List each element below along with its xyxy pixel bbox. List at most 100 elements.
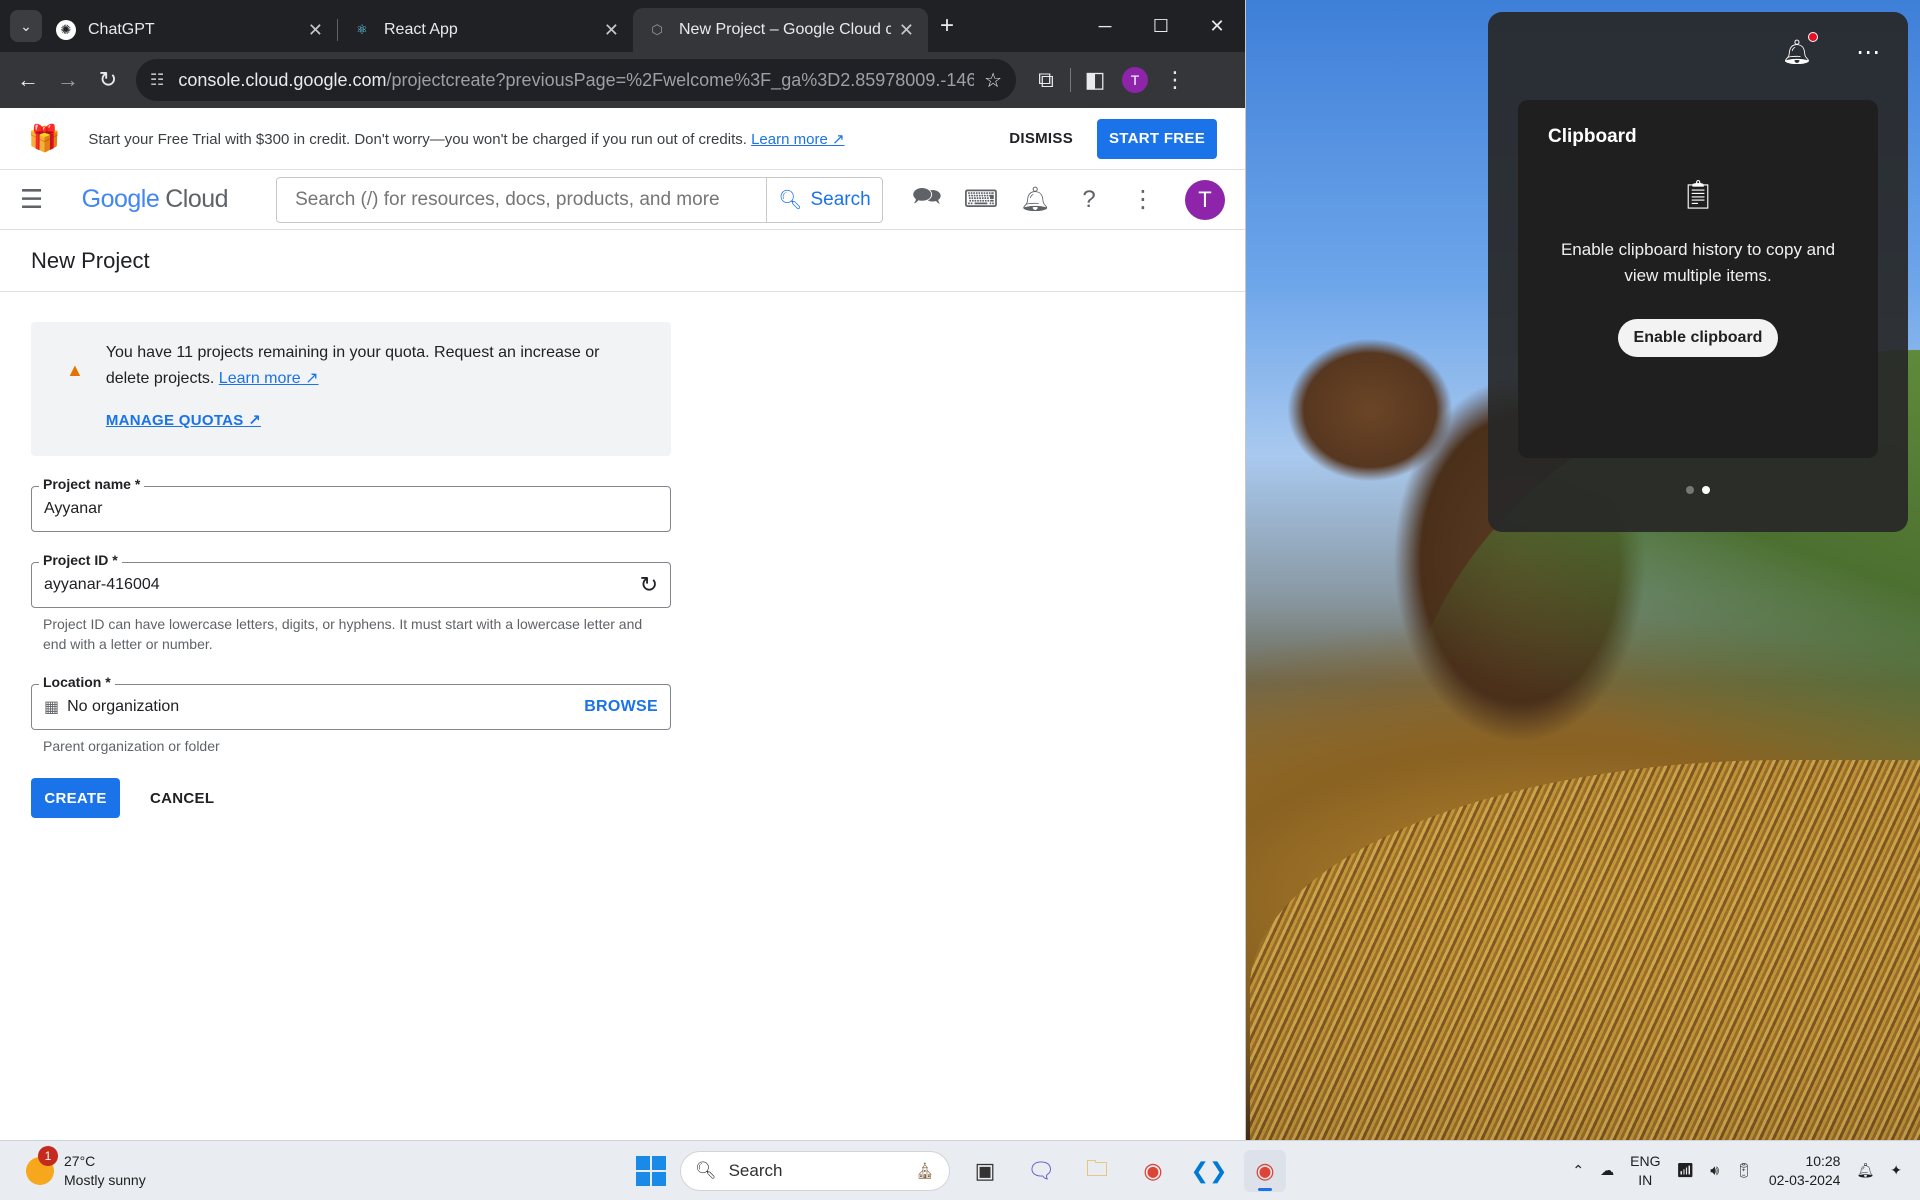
organization-icon: ▦ (44, 699, 60, 716)
tab-bar: ⌄ ✺ ChatGPT ✕ ⚛ React App ✕ ⬡ New Projec… (0, 0, 1245, 52)
enable-clipboard-button[interactable]: Enable clipboard (1617, 319, 1779, 357)
address-bar[interactable]: ☷ console.cloud.google.com/projectcreate… (136, 59, 1016, 101)
cloud-shell-icon[interactable]: ⌨︎ (961, 180, 1001, 220)
tab-title: ChatGPT (88, 21, 155, 38)
wifi-icon[interactable]: 📶︎ (1676, 1162, 1694, 1179)
battery-icon[interactable]: 🔋︎ (1735, 1162, 1753, 1179)
gemini-chat-icon[interactable]: 🗪︎ (907, 180, 947, 220)
profile-button[interactable]: T (1115, 60, 1155, 100)
more-options-icon[interactable]: ⋯ (1856, 38, 1880, 67)
lang-primary: ENG (1630, 1152, 1661, 1169)
start-free-button[interactable]: START FREE (1097, 118, 1217, 159)
close-icon[interactable]: ✕ (308, 20, 323, 41)
weather-widget[interactable]: 1 27°C Mostly sunny (26, 1145, 146, 1190)
weather-text: 27°C Mostly sunny (64, 1152, 146, 1190)
notification-dot (1808, 31, 1818, 42)
extensions-icon[interactable]: ⧉ (1026, 60, 1066, 100)
project-name-value: Ayyanar (44, 500, 103, 517)
file-explorer-icon[interactable]: 🗀︎ (1076, 1150, 1118, 1192)
browser-menu-icon[interactable]: ⋮ (1155, 60, 1195, 100)
close-icon[interactable]: ✕ (604, 20, 619, 41)
url-host: console.cloud.google.com (178, 69, 387, 90)
taskbar-search-label: Search (728, 1160, 783, 1180)
notification-center-icon[interactable]: 🔔︎ (1856, 1162, 1874, 1179)
project-name-label: Project name * (39, 476, 145, 492)
tab-title: New Project – Google Cloud co (679, 21, 891, 38)
tab-search-button[interactable]: ⌄ (10, 10, 42, 42)
system-tray: ⌃ ☁︎ ENG IN 📶︎ 🔊︎ 🔋︎ 10:28 02-03-2024 🔔︎… (1572, 1141, 1920, 1200)
close-window-icon[interactable]: ✕ (1189, 0, 1245, 52)
bookmark-star-icon[interactable]: ☆ (984, 68, 1002, 93)
page-dot-active[interactable] (1702, 486, 1710, 494)
header-actions: 🗪︎ ⌨︎ 🔔︎ ? ⋮ T (907, 179, 1225, 220)
page-indicator (1488, 486, 1908, 494)
banner-text: Start your Free Trial with $300 in credi… (88, 130, 747, 148)
project-id-label: Project ID * (39, 552, 122, 568)
task-view-icon[interactable]: ▣ (964, 1150, 1006, 1192)
help-icon[interactable]: ? (1069, 180, 1109, 220)
close-icon[interactable]: ✕ (899, 20, 914, 41)
google-cloud-logo[interactable]: Google Cloud (82, 185, 229, 214)
project-id-hint: Project ID can have lowercase letters, d… (43, 616, 643, 652)
browser-window: ⌄ ✺ ChatGPT ✕ ⚛ React App ✕ ⬡ New Projec… (0, 0, 1246, 1140)
search-button[interactable]: 🔍︎ Search (766, 177, 882, 222)
tab-react-app[interactable]: ⚛ React App ✕ (338, 8, 633, 52)
maximize-icon[interactable]: ☐ (1133, 0, 1189, 52)
show-hidden-icons[interactable]: ⌃ (1572, 1162, 1584, 1179)
notification-bell-icon[interactable]: 🔔︎ (1782, 31, 1818, 67)
clock[interactable]: 10:28 02-03-2024 (1769, 1152, 1841, 1190)
windows-start-icon[interactable] (636, 1155, 666, 1186)
hamburger-menu-icon[interactable]: ☰ (20, 184, 66, 215)
banner-learn-more-link[interactable]: Learn more ↗ (751, 131, 844, 148)
browse-button[interactable]: BROWSE (584, 698, 658, 716)
manage-quotas-label: MANAGE QUOTAS (105, 412, 244, 429)
manage-quotas-link[interactable]: MANAGE QUOTAS ↗ (106, 408, 261, 434)
volume-icon[interactable]: 🔊︎ (1710, 1162, 1719, 1179)
chrome-icon[interactable]: ◉ (1132, 1150, 1174, 1192)
browser-toolbar: ← → ↻ ☷ console.cloud.google.com/project… (0, 52, 1245, 108)
taskbar: 1 27°C Mostly sunny 🔍︎ Search ⛪︎ ▣ 🗨︎ 🗀︎… (0, 1140, 1920, 1200)
tab-new-project[interactable]: ⬡ New Project – Google Cloud co ✕ (633, 8, 928, 52)
taskbar-search[interactable]: 🔍︎ Search ⛪︎ (680, 1150, 950, 1191)
site-settings-icon[interactable]: ☷ (150, 70, 164, 90)
clipboard-panel-header: 🔔︎ ⋯ (1488, 12, 1908, 92)
side-panel-icon[interactable]: ◧ (1075, 60, 1115, 100)
copilot-icon[interactable]: ✦ (1890, 1162, 1902, 1179)
minimize-icon[interactable]: ─ (1077, 0, 1133, 52)
onedrive-icon[interactable]: ☁︎ (1600, 1162, 1614, 1179)
weather-desc: Mostly sunny (64, 1171, 146, 1188)
new-tab-button[interactable]: + (940, 12, 954, 40)
cancel-button[interactable]: CANCEL (150, 790, 214, 807)
teams-chat-icon[interactable]: 🗨︎ (1020, 1150, 1062, 1192)
page-dot[interactable] (1686, 486, 1694, 494)
chrome-profile-icon[interactable]: ◉ (1244, 1149, 1286, 1192)
notifications-icon[interactable]: 🔔︎ (1015, 180, 1055, 220)
forward-icon[interactable]: → (48, 60, 88, 100)
quota-learn-more-link[interactable]: Learn more ↗ (219, 370, 319, 387)
search-icon: 🔍︎ (778, 189, 803, 211)
tab-title: React App (384, 21, 458, 38)
search-icon: 🔍︎ (695, 1160, 717, 1180)
reload-icon[interactable]: ↻ (88, 60, 128, 100)
vscode-icon[interactable]: ❮❯ (1188, 1150, 1230, 1192)
quota-message: You have 11 projects remaining in your q… (105, 344, 600, 387)
location-input[interactable]: ▦ No organization BROWSE (31, 684, 671, 730)
tab-chatgpt[interactable]: ✺ ChatGPT ✕ (42, 8, 337, 52)
search-input[interactable]: Search (/) for resources, docs, products… (277, 189, 766, 211)
more-options-icon[interactable]: ⋮ (1123, 180, 1163, 220)
project-name-input[interactable]: Ayyanar (31, 486, 671, 532)
console-search: Search (/) for resources, docs, products… (276, 176, 883, 223)
quota-text: You have 11 projects remaining in your q… (106, 340, 647, 434)
create-button[interactable]: CREATE (31, 778, 120, 818)
gift-icon: 🎁 (28, 123, 61, 153)
url-path: /projectcreate?previousPage=%2Fwelcome%3… (386, 69, 975, 90)
page-title: New Project (0, 230, 1245, 292)
toolbar-divider (1070, 68, 1071, 92)
location-field: ▦ No organization BROWSE Location * Parent… (31, 674, 671, 756)
dismiss-button[interactable]: DISMISS (1009, 130, 1073, 147)
account-avatar[interactable]: T (1185, 179, 1225, 220)
refresh-icon[interactable]: ↻ (640, 572, 658, 598)
language-indicator[interactable]: ENG IN (1630, 1152, 1660, 1190)
back-icon[interactable]: ← (8, 60, 48, 100)
project-id-input[interactable]: ayyanar-416004 ↻ (31, 562, 671, 608)
